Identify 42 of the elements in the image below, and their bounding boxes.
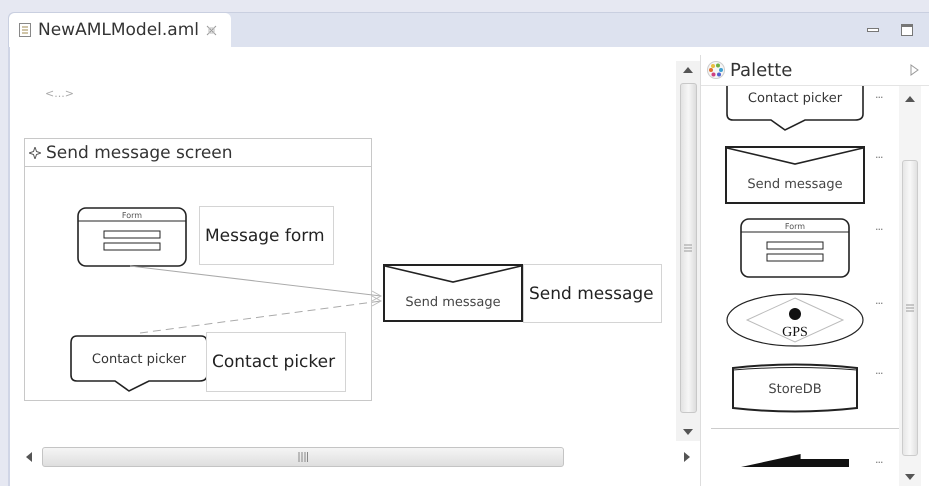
scroll-left-icon[interactable]: [26, 452, 32, 462]
scrollbar-thumb[interactable]: [902, 160, 918, 456]
screen-container[interactable]: Send message screen Form Message form Contact picker Contact picker: [24, 138, 372, 401]
symbol-caption: Contact picker: [748, 91, 842, 106]
symbol-caption: Contact picker: [92, 352, 186, 367]
node-label[interactable]: Message form: [199, 206, 334, 265]
symbol-caption: Send message: [747, 177, 843, 192]
more-button[interactable]: ...: [875, 294, 882, 307]
close-icon[interactable]: [206, 24, 217, 36]
scroll-up-icon[interactable]: [905, 96, 915, 102]
maximize-icon[interactable]: [901, 24, 913, 36]
symbol-caption: Form: [784, 222, 806, 231]
palette-icon: [707, 61, 725, 79]
file-icon: [19, 23, 31, 37]
scroll-down-icon[interactable]: [905, 474, 915, 480]
scrollbar-thumb[interactable]: [42, 447, 564, 467]
more-button[interactable]: ...: [875, 453, 882, 466]
symbol-caption: Form: [122, 211, 142, 220]
collapse-icon[interactable]: [910, 64, 919, 76]
symbol-caption: Send message: [405, 295, 501, 310]
editor-tab[interactable]: NewAMLModel.aml: [9, 13, 231, 47]
connector-line[interactable]: [140, 296, 382, 334]
more-button[interactable]: ...: [875, 364, 882, 377]
connector-line[interactable]: [130, 266, 382, 302]
screen-title: Send message screen: [46, 142, 233, 162]
scroll-up-icon[interactable]: [683, 67, 693, 73]
scroll-right-icon[interactable]: [684, 452, 690, 462]
breadcrumb[interactable]: <...>: [45, 87, 74, 100]
node-label[interactable]: Send message: [523, 264, 662, 323]
scrollbar-thumb[interactable]: [680, 83, 696, 413]
node-label[interactable]: Contact picker: [206, 332, 346, 392]
more-button[interactable]: ...: [875, 88, 882, 101]
palette-title: Palette: [730, 60, 792, 80]
symbol-caption: GPS: [782, 325, 808, 340]
vertical-scrollbar[interactable]: [899, 86, 921, 486]
symbol-caption: StoreDB: [768, 382, 822, 397]
minimize-icon[interactable]: [867, 26, 879, 34]
more-button[interactable]: ...: [875, 148, 882, 161]
scroll-down-icon[interactable]: [683, 429, 693, 435]
vertical-scrollbar[interactable]: [676, 61, 700, 441]
star-icon: [29, 146, 41, 158]
more-button[interactable]: ...: [875, 220, 882, 233]
